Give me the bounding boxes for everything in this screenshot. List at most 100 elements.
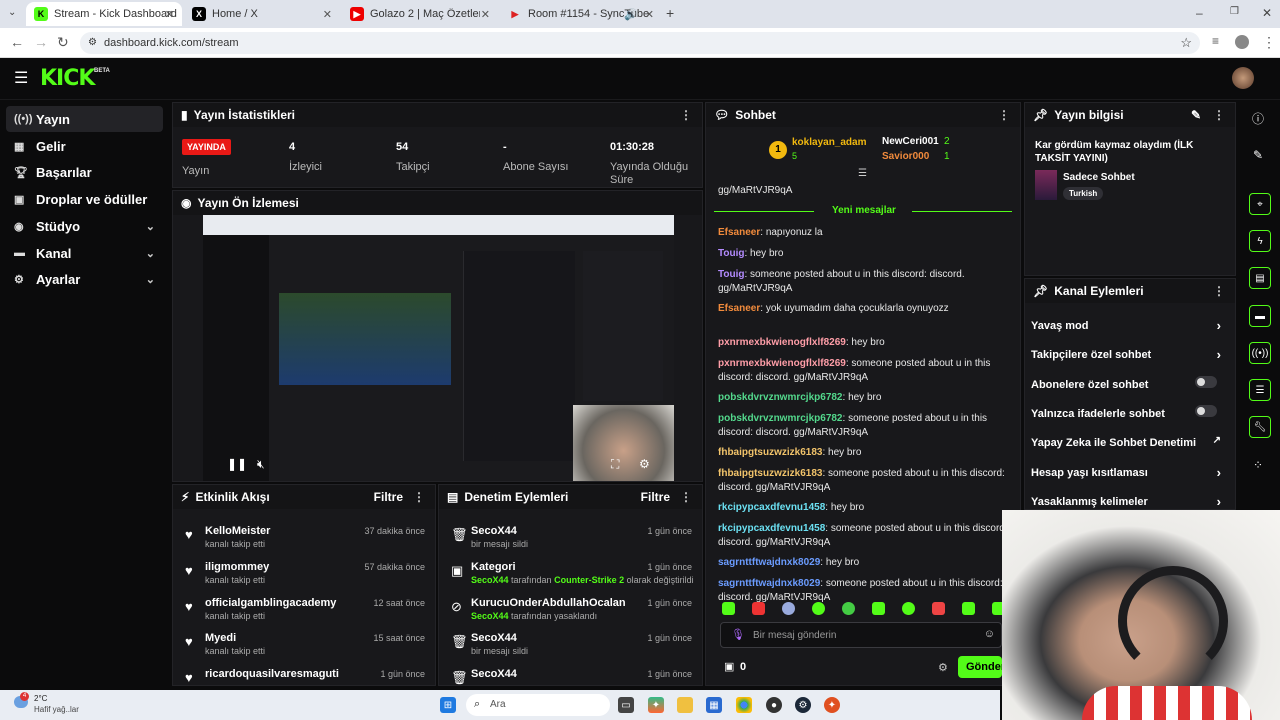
site-info-icon[interactable]: ⚙ bbox=[88, 32, 97, 54]
hamburger-menu-icon[interactable]: ☰ bbox=[14, 68, 28, 88]
emotes-only-toggle[interactable] bbox=[1195, 405, 1217, 417]
category-name[interactable]: Counter-Strike 2 bbox=[554, 575, 624, 585]
chat-bubble-icon[interactable]: ▬ bbox=[1249, 305, 1271, 327]
close-icon[interactable]: ✕ bbox=[481, 8, 490, 21]
username[interactable]: SecoX44 bbox=[471, 668, 517, 680]
filter-button[interactable]: Filtre bbox=[641, 490, 670, 504]
collapse-icon[interactable]: ☰ bbox=[858, 168, 867, 179]
emote-icon[interactable] bbox=[722, 602, 735, 615]
action-subscribers-only[interactable]: Abonelere özel sohbet bbox=[1031, 376, 1221, 391]
forward-icon[interactable]: → bbox=[34, 34, 48, 50]
more-options-icon[interactable]: ⋮ bbox=[680, 108, 692, 122]
subscribers-only-toggle[interactable] bbox=[1195, 376, 1217, 388]
username[interactable]: KurucuOnderAbdullahOcalan bbox=[471, 597, 626, 609]
filter-button[interactable]: Filtre bbox=[374, 490, 403, 504]
tab-youtube[interactable]: ▶ Golazo 2 | Maç Özetleri - YouTu ✕ bbox=[342, 2, 498, 26]
chat-username[interactable]: sagrnttftwajdnxk8029 bbox=[718, 578, 820, 589]
close-icon[interactable]: ✕ bbox=[165, 8, 174, 21]
lightning-icon[interactable]: ϟ bbox=[1249, 230, 1271, 252]
chat-username[interactable]: Touig bbox=[718, 248, 744, 259]
edit-icon[interactable]: ✎ bbox=[1191, 108, 1201, 122]
action-account-age[interactable]: Hesap yaşı kısıtlaması › bbox=[1031, 465, 1221, 480]
emote-icon[interactable] bbox=[782, 602, 795, 615]
chat-username[interactable]: pobskdvrvznwmrcjkp6782 bbox=[718, 392, 843, 403]
sidebar-item-ayarlar[interactable]: ⚙ Ayarlar ⌄ bbox=[6, 266, 163, 292]
moderator-name[interactable]: SecoX44 bbox=[471, 575, 509, 585]
action-banned-words[interactable]: Yasaklanmış kelimeler › bbox=[1031, 494, 1221, 509]
username[interactable]: KelloMeister bbox=[205, 525, 270, 537]
chat-username[interactable]: Efsaneer bbox=[718, 227, 760, 238]
emote-icon[interactable] bbox=[842, 602, 855, 615]
chat-username[interactable]: fhbaipgtsuzwzizk6183 bbox=[718, 447, 822, 458]
tab-list-icon[interactable]: ⌄ bbox=[8, 7, 16, 18]
chat-username[interactable]: sagrnttftwajdnxk8029 bbox=[718, 557, 820, 568]
tab-x-home[interactable]: X Home / X ✕ bbox=[184, 2, 340, 26]
document-icon[interactable]: ▤ bbox=[1249, 267, 1271, 289]
sidebar-item-basarilar[interactable]: 🏆︎ Başarılar bbox=[6, 159, 163, 185]
close-icon[interactable]: ✕ bbox=[323, 8, 332, 21]
more-options-icon[interactable]: ⋮ bbox=[998, 108, 1010, 122]
tab-kick-dashboard[interactable]: K Stream - Kick Dashboard ✕ bbox=[26, 2, 182, 26]
category-name[interactable]: Sadece Sohbet bbox=[1063, 172, 1135, 183]
profile-icon[interactable] bbox=[1235, 35, 1249, 49]
sidebar-item-kanal[interactable]: ▬ Kanal ⌄ bbox=[6, 240, 163, 266]
tab-synctube[interactable]: ▶ Room #1154 - SyncTube 🔊 ✕ bbox=[500, 2, 662, 26]
copilot-icon[interactable]: ✦ bbox=[648, 697, 664, 713]
more-options-icon[interactable]: ⋮ bbox=[680, 490, 692, 504]
pencil-icon[interactable]: ✎ bbox=[1253, 148, 1263, 162]
emote-icon[interactable] bbox=[902, 602, 915, 615]
bookmark-star-icon[interactable]: ☆ bbox=[1180, 32, 1192, 54]
store-icon[interactable]: ▦ bbox=[706, 697, 722, 713]
username[interactable]: iligmommey bbox=[205, 561, 269, 573]
chat-input[interactable]: 🎙︎ Bir mesaj gönderin ☺ bbox=[720, 622, 1002, 648]
browser-menu-icon[interactable]: ⋮ bbox=[1262, 34, 1276, 51]
url-field[interactable]: ⚙ dashboard.kick.com/stream ☆ bbox=[80, 32, 1200, 54]
microphone-icon[interactable]: 🎙︎ bbox=[731, 628, 745, 641]
info-icon[interactable]: ⓘ bbox=[1252, 110, 1264, 127]
fullscreen-icon[interactable]: ⛶ bbox=[611, 457, 619, 472]
minimize-icon[interactable]: – bbox=[1196, 6, 1203, 20]
emote-icon[interactable] bbox=[932, 602, 945, 615]
gifter-name[interactable]: koklayan_adam bbox=[792, 137, 867, 148]
chat-username[interactable]: pxnrmexbkwienogflxlf8269 bbox=[718, 358, 846, 369]
stream-video[interactable]: ❚❚ 🔇︎ ⛶ ⚙ bbox=[203, 215, 674, 481]
action-slow-mode[interactable]: Yavaş mod › bbox=[1031, 318, 1221, 333]
username[interactable]: officialgamblingacademy bbox=[205, 597, 336, 609]
taskbar-search[interactable]: ⌕ Ara bbox=[466, 694, 610, 716]
close-icon[interactable]: ✕ bbox=[645, 8, 654, 21]
reload-icon[interactable]: ↻ bbox=[57, 34, 69, 51]
wrench-icon[interactable]: 🔧︎ bbox=[1249, 416, 1271, 438]
focus-icon[interactable]: ⌖ bbox=[1249, 193, 1271, 215]
pause-icon[interactable]: ❚❚ bbox=[227, 457, 247, 471]
task-view-icon[interactable]: ▭ bbox=[618, 697, 634, 713]
gifter-name[interactable]: NewCeri001 bbox=[882, 136, 939, 147]
chrome-icon[interactable] bbox=[736, 697, 752, 713]
file-explorer-icon[interactable] bbox=[677, 697, 693, 713]
audio-icon[interactable]: 🔊 bbox=[624, 8, 638, 21]
settings-icon[interactable]: ⚙ bbox=[639, 457, 650, 471]
username[interactable]: SecoX44 bbox=[471, 525, 517, 537]
reading-list-icon[interactable]: ≡ bbox=[1212, 34, 1219, 48]
apps-icon[interactable]: ⁘ bbox=[1253, 458, 1263, 472]
sidebar-item-studyo[interactable]: ◉ Stüdyo ⌄ bbox=[6, 213, 163, 239]
broadcast-icon[interactable]: ((•)) bbox=[1249, 342, 1271, 364]
username[interactable]: SecoX44 bbox=[471, 632, 517, 644]
sidebar-item-yayin[interactable]: ((•)) Yayın bbox=[6, 106, 163, 132]
game-icon[interactable]: ✦ bbox=[824, 697, 840, 713]
chat-username[interactable]: Touig bbox=[718, 269, 744, 280]
more-options-icon[interactable]: ⋮ bbox=[1213, 284, 1225, 298]
action-ai-moderation[interactable]: Yapay Zeka ile Sohbet Denetimi ↗ bbox=[1031, 435, 1221, 449]
windows-start-icon[interactable]: ⊞ bbox=[440, 697, 456, 713]
new-tab-button[interactable]: + bbox=[666, 5, 674, 21]
layout-icon[interactable]: ☰ bbox=[1249, 379, 1271, 401]
back-icon[interactable]: ← bbox=[10, 34, 24, 50]
username[interactable]: Myedi bbox=[205, 632, 236, 644]
emote-icon[interactable] bbox=[752, 602, 765, 615]
app-icon[interactable]: ● bbox=[766, 697, 782, 713]
window-close-icon[interactable]: ✕ bbox=[1262, 6, 1272, 20]
more-options-icon[interactable]: ⋮ bbox=[413, 490, 425, 504]
chat-username[interactable]: pobskdvrvznwmrcjkp6782 bbox=[718, 413, 843, 424]
send-button[interactable]: Gönder bbox=[958, 656, 1002, 678]
more-options-icon[interactable]: ⋮ bbox=[1213, 108, 1225, 122]
steam-icon[interactable]: ⚙ bbox=[795, 697, 811, 713]
